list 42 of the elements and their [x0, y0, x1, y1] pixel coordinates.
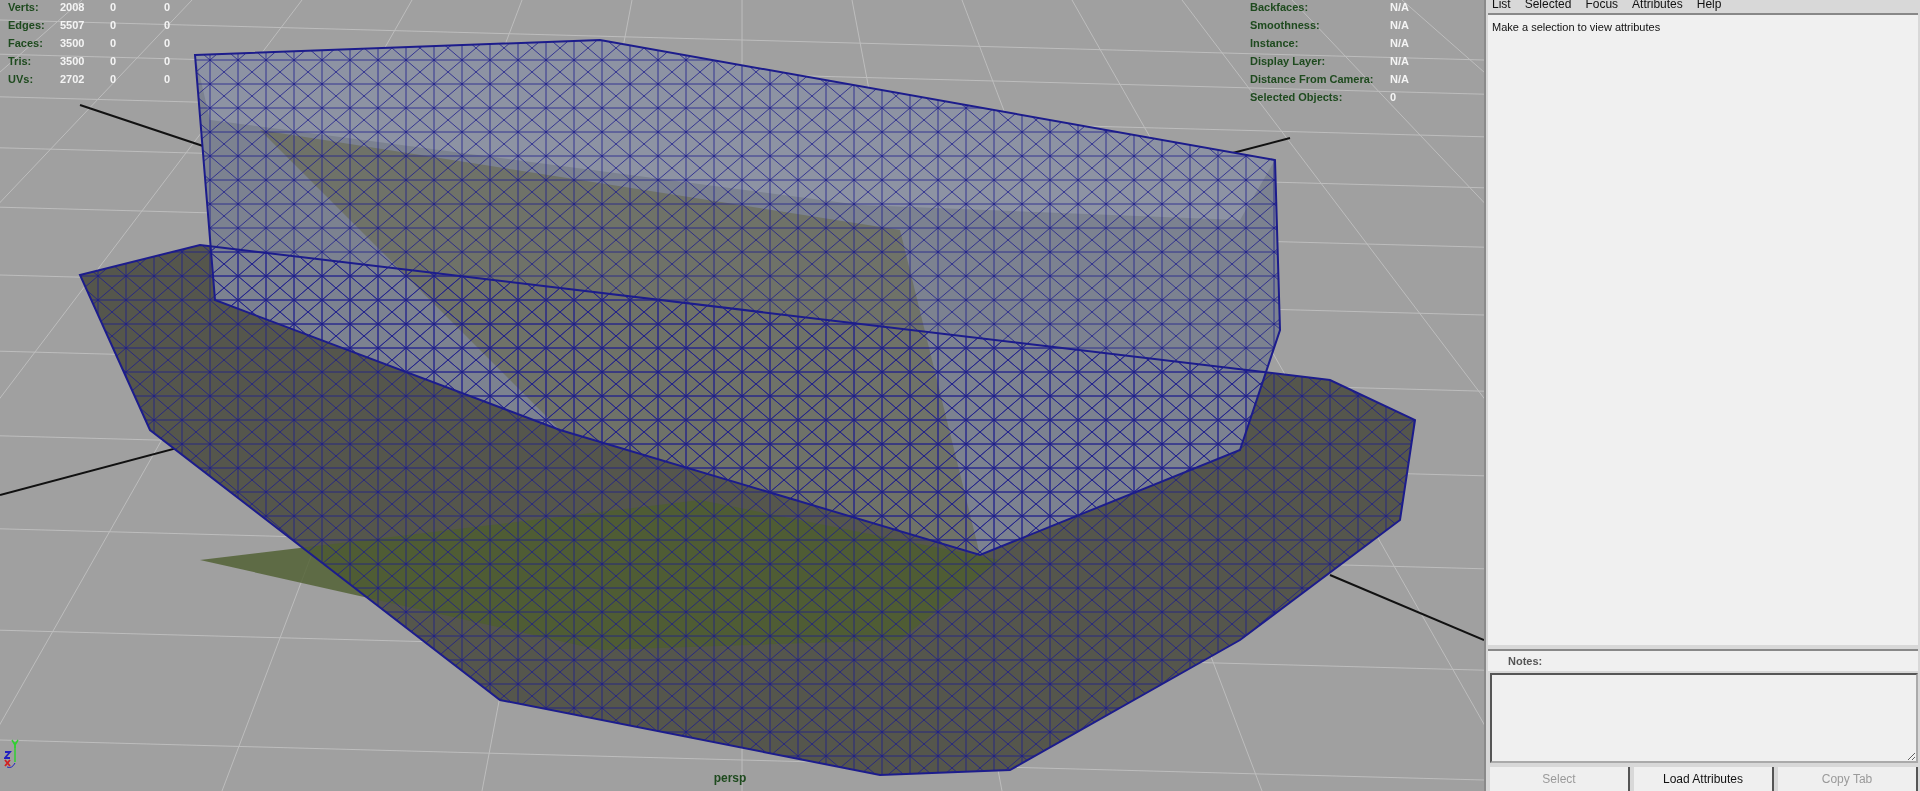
- menu-item[interactable]: List: [1492, 0, 1511, 10]
- stat-label: Tris:: [8, 55, 33, 67]
- stat-value: 2702: [60, 73, 86, 85]
- stat-value: 3500: [60, 55, 86, 67]
- detail-label: Instance:: [1250, 37, 1300, 49]
- stat-value: 3500: [60, 37, 86, 49]
- panel-button[interactable]: Load Attributes: [1634, 767, 1774, 791]
- stat-value: 0: [110, 55, 118, 67]
- detail-value: N/A: [1390, 55, 1410, 67]
- stat-value: 0: [110, 73, 118, 85]
- stat-value: 0: [164, 19, 172, 31]
- detail-label: Distance From Camera:: [1250, 73, 1375, 85]
- notes-field[interactable]: [1490, 673, 1918, 763]
- stat-value: 0: [164, 55, 172, 67]
- stat-value: 0: [110, 19, 118, 31]
- menu-item[interactable]: Attributes: [1632, 0, 1683, 10]
- notes-label: Notes:: [1508, 655, 1543, 667]
- detail-label: Smoothness:: [1250, 19, 1321, 31]
- detail-value: 0: [1390, 91, 1398, 103]
- menu-item[interactable]: Help: [1696, 0, 1722, 10]
- stat-value: 0: [110, 37, 118, 49]
- detail-value: N/A: [1390, 37, 1410, 49]
- camera-label: persp: [712, 771, 748, 785]
- stat-value: 0: [164, 1, 172, 13]
- menu-item[interactable]: Selected: [1524, 0, 1572, 10]
- stat-value: 0: [164, 37, 172, 49]
- detail-value: N/A: [1390, 73, 1410, 85]
- detail-label: Display Layer:: [1250, 55, 1327, 67]
- empty-message: Make a selection to view attributes: [1492, 21, 1661, 33]
- detail-label: Selected Objects:: [1250, 91, 1344, 103]
- stat-label: Edges:: [8, 19, 46, 31]
- detail-label: Backfaces:: [1250, 1, 1310, 13]
- stat-label: Faces:: [8, 37, 44, 49]
- stat-value: 0: [110, 1, 118, 13]
- detail-value: N/A: [1390, 1, 1410, 13]
- stat-value: 2008: [60, 1, 86, 13]
- detail-value: N/A: [1390, 19, 1410, 31]
- stat-label: UVs:: [8, 73, 35, 85]
- stat-value: 0: [164, 73, 172, 85]
- stat-label: Verts:: [8, 1, 40, 13]
- stat-value: 5507: [60, 19, 86, 31]
- menu-item[interactable]: Focus: [1585, 0, 1619, 10]
